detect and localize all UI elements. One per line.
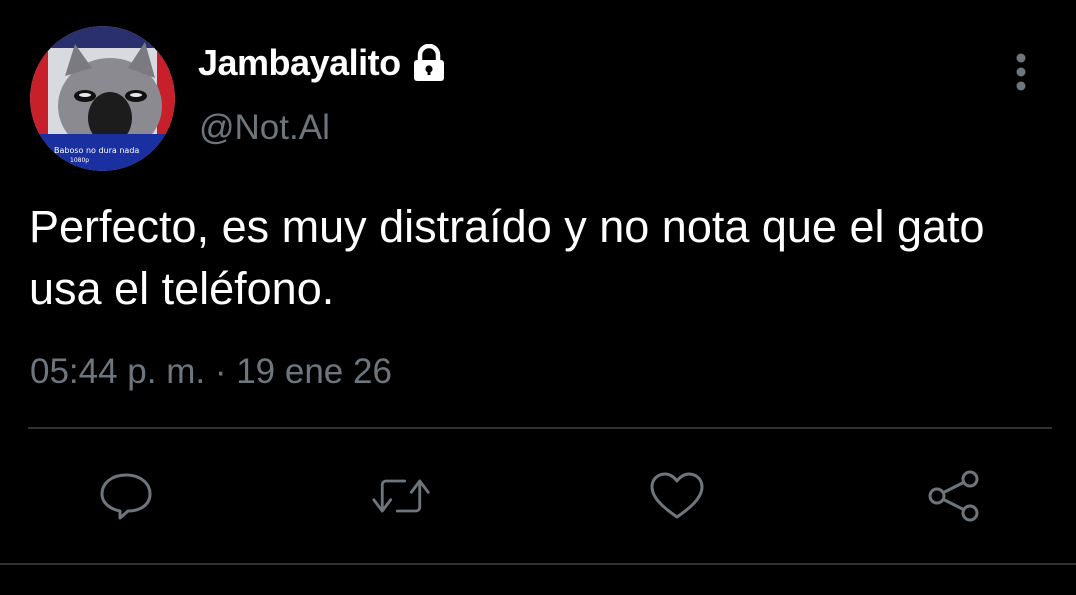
tweet-timestamp[interactable]: 05:44 p. m. · 19 ene 26 [30,352,392,392]
timestamp-separator: · [205,352,237,391]
reply-icon [100,473,152,520]
divider [28,427,1052,429]
svg-text:1080p: 1080p [70,157,89,164]
retweet-button[interactable] [371,468,431,524]
like-icon [650,472,704,519]
tweet-date: 19 ene 26 [236,352,392,391]
like-button[interactable] [647,468,707,524]
divider [0,563,1076,565]
reply-button[interactable] [96,468,156,524]
user-handle[interactable]: @Not.Al [199,108,330,148]
avatar[interactable]: Baboso no dura nada 1080p [30,26,175,171]
lock-icon [411,44,447,82]
more-vertical-icon [1016,53,1026,91]
retweet-icon [372,479,430,513]
avatar-image: Baboso no dura nada 1080p [30,26,175,171]
tweet-time: 05:44 p. m. [30,352,206,391]
more-options-button[interactable] [1003,50,1039,94]
display-name[interactable]: Jambayalito [198,42,401,84]
share-icon [928,470,979,522]
user-name-row: Jambayalito [198,42,447,84]
share-button[interactable] [924,468,984,524]
svg-text:Baboso no dura nada: Baboso no dura nada [54,146,139,155]
tweet-card: Baboso no dura nada 1080p Jambayalito @N… [0,0,1076,595]
tweet-text: Perfecto, es muy distraído y no nota que… [29,201,985,314]
